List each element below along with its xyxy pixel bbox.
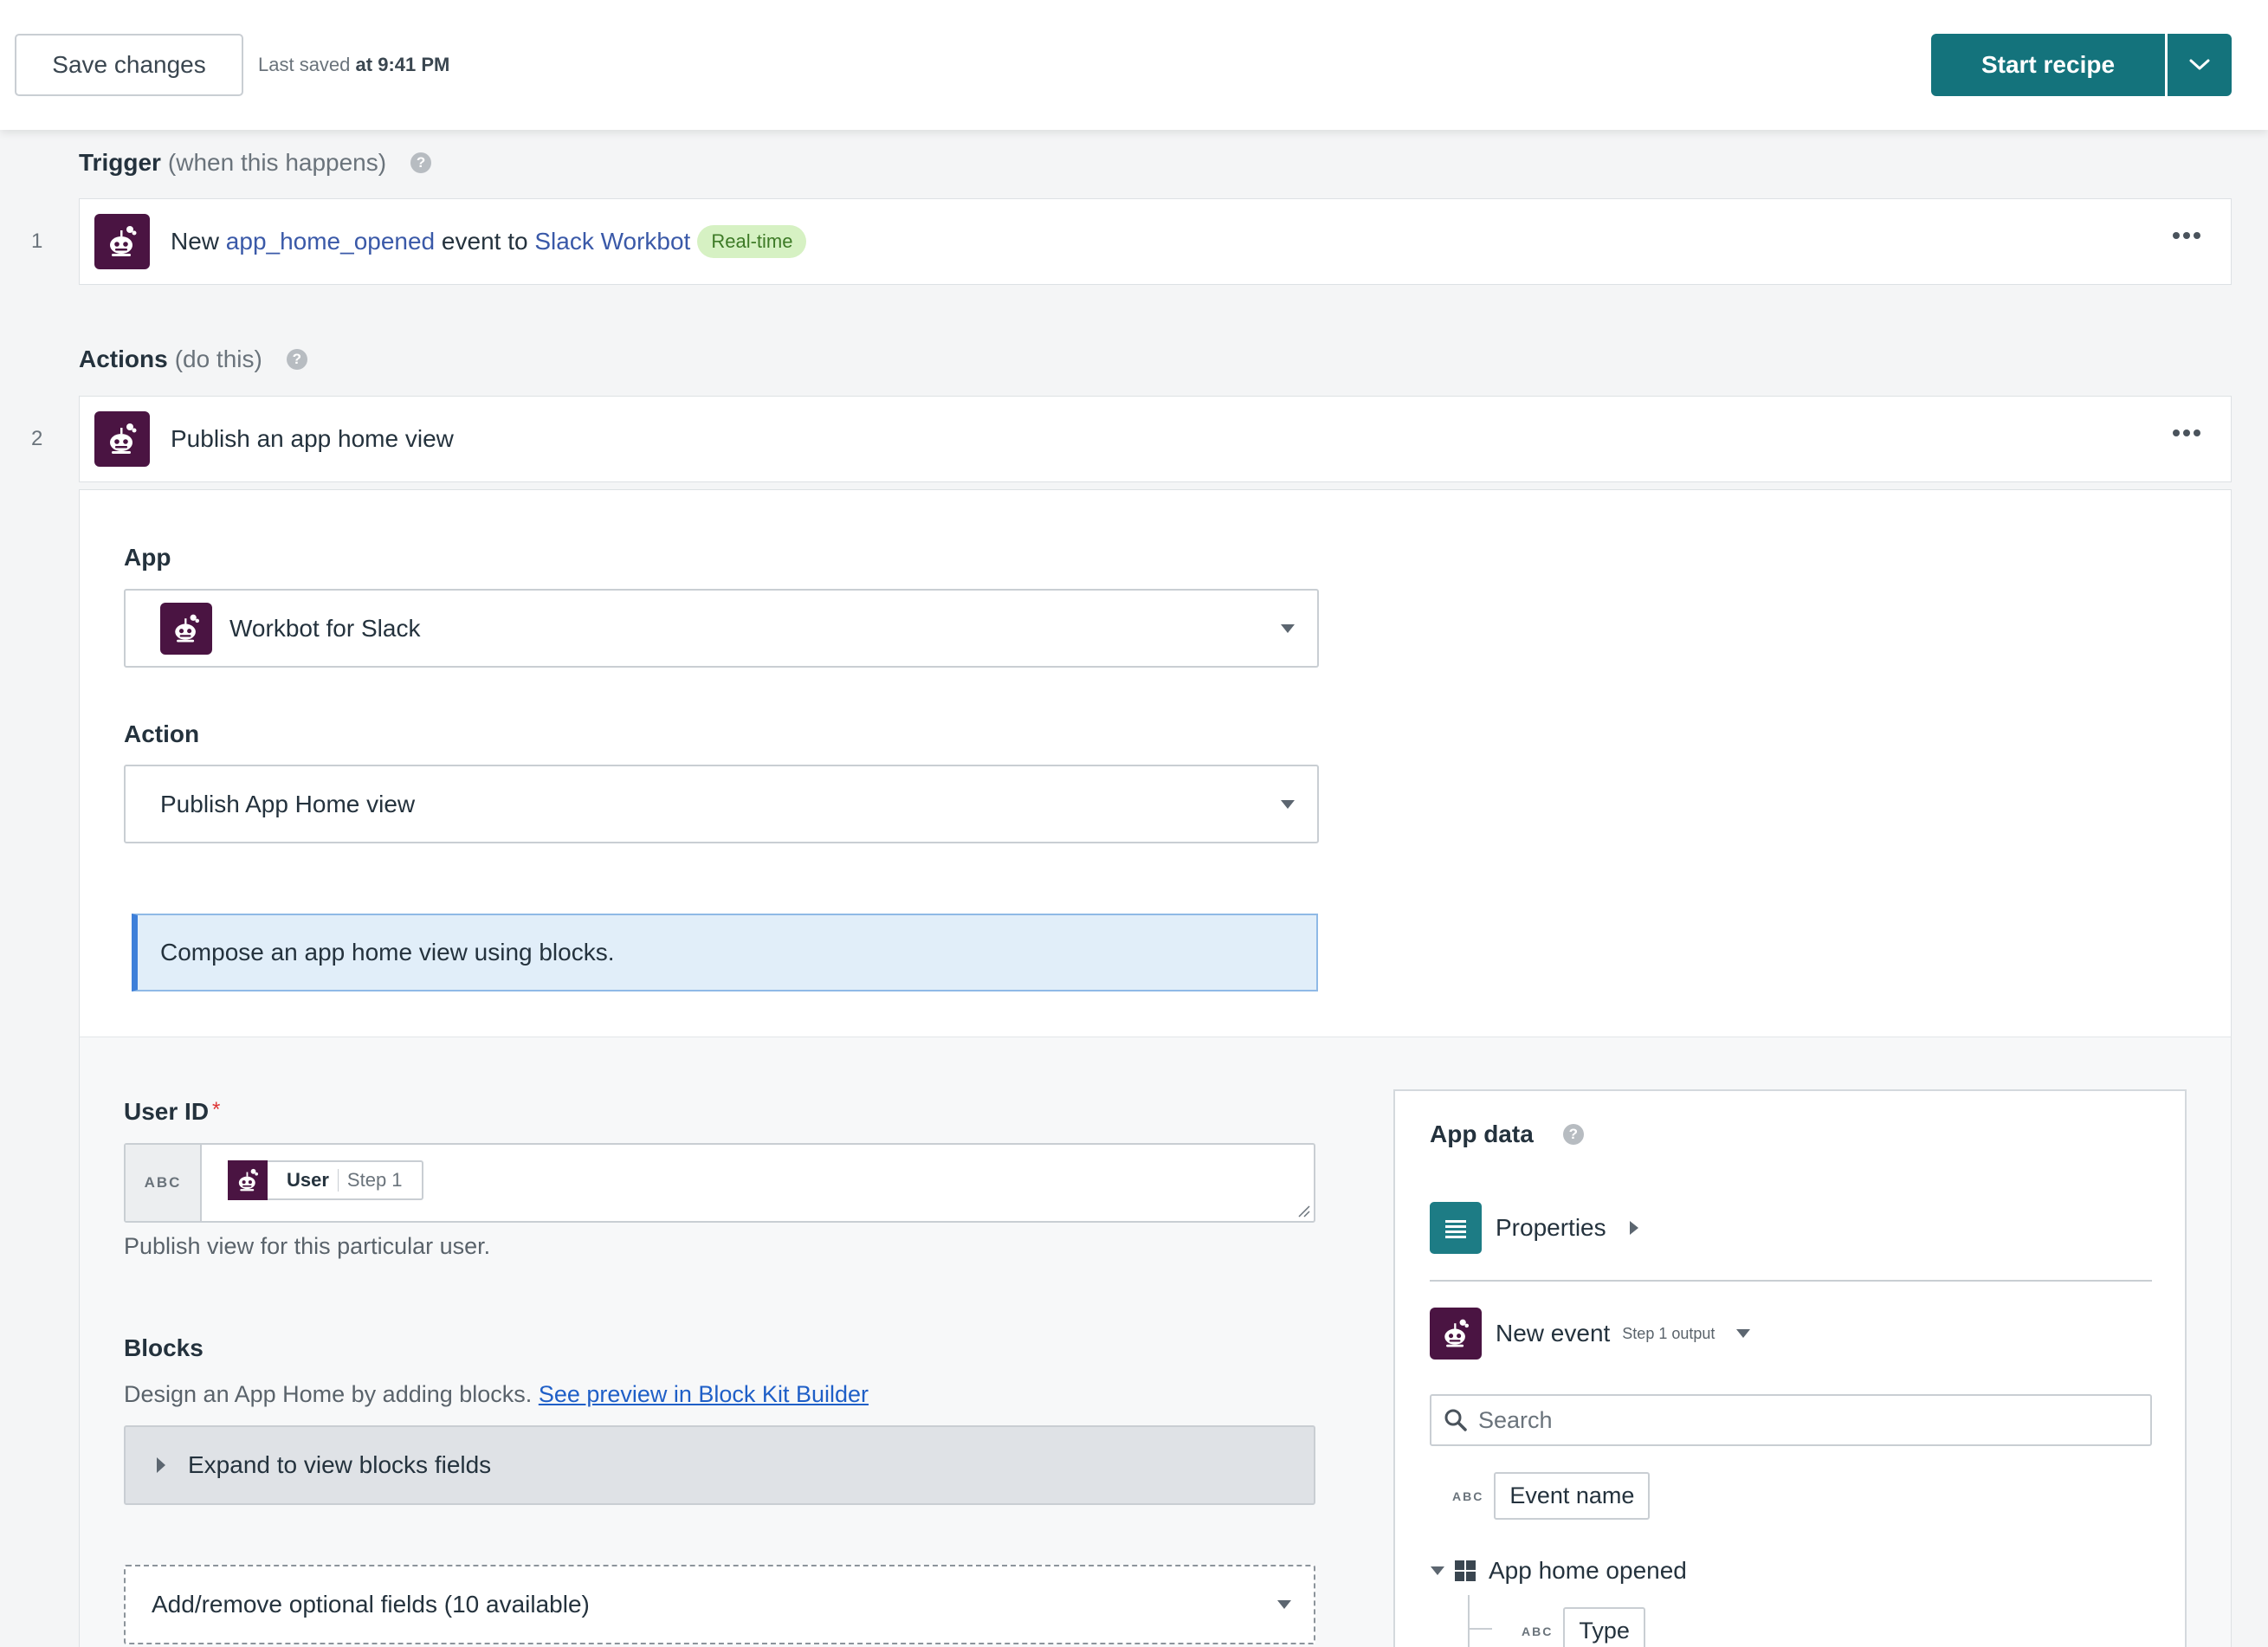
app-select-value: Workbot for Slack (229, 614, 421, 642)
action-select-value: Publish App Home view (160, 790, 416, 817)
more-options-icon[interactable] (2172, 229, 2201, 244)
help-icon[interactable]: ? (1562, 1124, 1584, 1145)
realtime-badge: Real-time (697, 225, 807, 258)
user-datapill[interactable]: User Step 1 (228, 1160, 423, 1200)
chevron-down-icon (2189, 59, 2210, 70)
last-saved-time: at 9:41 PM (355, 54, 450, 75)
type-abc-indicator: ABC (126, 1145, 202, 1221)
action-step-title: Publish an app home view (171, 425, 454, 452)
datapill-divider (337, 1169, 339, 1192)
properties-label: Properties (1496, 1214, 1606, 1241)
group-app-home-opened-label: App home opened (1489, 1557, 1687, 1584)
info-callout: Compose an app home view using blocks. (132, 914, 1318, 991)
trigger-text-new: New (171, 228, 220, 255)
caret-right-icon (157, 1457, 165, 1473)
datapill-step: Step 1 (346, 1169, 403, 1191)
blocks-label: Blocks (124, 1334, 204, 1361)
app-data-title: App data ? (1430, 1121, 1584, 1148)
group-app-home-opened[interactable]: App home opened (1430, 1557, 1687, 1585)
save-changes-button[interactable]: Save changes (15, 34, 243, 96)
action-step[interactable]: Publish an app home view (79, 396, 2232, 482)
app-data-search-input[interactable]: Search (1430, 1394, 2152, 1446)
help-icon[interactable]: ? (410, 152, 432, 173)
expand-blocks-label: Expand to view blocks fields (188, 1451, 492, 1478)
top-toolbar: Save changes Last saved at 9:41 PM Start… (0, 0, 2268, 130)
new-event-label: New event (1496, 1320, 1611, 1347)
optional-fields-select[interactable]: Add/remove optional fields (10 available… (124, 1565, 1315, 1644)
caret-down-icon (1281, 799, 1295, 809)
trigger-app-link[interactable]: Slack Workbot (534, 228, 690, 255)
new-event-sublabel: Step 1 output (1622, 1324, 1716, 1342)
trigger-section-label: Trigger (when this happens) ? (79, 149, 432, 177)
app-data-panel: App data ? Properties New event Step 1 o… (1393, 1089, 2187, 1647)
caret-right-icon (1629, 1221, 1638, 1235)
trigger-event-name[interactable]: app_home_opened (226, 228, 435, 255)
search-placeholder: Search (1478, 1406, 1553, 1433)
step-number: 2 (31, 427, 43, 450)
datapill-name: User (287, 1169, 329, 1191)
help-icon[interactable]: ? (286, 349, 307, 370)
properties-row[interactable]: Properties (1430, 1202, 1639, 1254)
required-marker: * (212, 1098, 221, 1121)
last-saved-status: Last saved at 9:41 PM (258, 54, 449, 76)
last-saved-prefix: Last saved (258, 54, 351, 75)
type-abc-indicator: ABC (1452, 1489, 1484, 1503)
blocks-hint: Design an App Home by adding blocks. See… (124, 1381, 869, 1408)
actions-sublabel: (do this) (174, 346, 262, 372)
resize-handle-icon[interactable] (1296, 1204, 1310, 1217)
caret-down-icon (1277, 1600, 1291, 1609)
tree-connector (1468, 1595, 1470, 1647)
caret-down-icon (1431, 1566, 1444, 1575)
slack-workbot-logo-icon (94, 411, 150, 467)
trigger-step-text: New app_home_opened event to Slack Workb… (171, 225, 807, 258)
app-select[interactable]: Workbot for Slack (124, 589, 1319, 668)
optional-fields-label: Add/remove optional fields (10 available… (152, 1591, 590, 1618)
datapill-type[interactable]: Type (1563, 1607, 1645, 1647)
list-icon (1430, 1202, 1482, 1254)
field-row-type[interactable]: ABC Type (1522, 1607, 1645, 1647)
actions-label: Actions (79, 346, 168, 372)
user-id-label-text: User ID (124, 1098, 210, 1125)
caret-down-icon (1281, 623, 1295, 633)
search-icon (1444, 1409, 1467, 1431)
object-grid-icon (1455, 1560, 1476, 1581)
divider (1430, 1280, 2152, 1282)
actions-section-label: Actions (do this) ? (79, 346, 307, 373)
slack-workbot-logo-icon (1430, 1308, 1482, 1360)
app-data-title-text: App data (1430, 1121, 1534, 1147)
new-event-row[interactable]: New event Step 1 output (1430, 1308, 1751, 1360)
trigger-step[interactable]: New app_home_opened event to Slack Workb… (79, 198, 2232, 285)
more-options-icon[interactable] (2172, 426, 2201, 442)
step-number: 1 (31, 229, 43, 253)
action-select[interactable]: Publish App Home view (124, 765, 1319, 843)
slack-workbot-logo-icon (228, 1160, 268, 1200)
tree-connector (1468, 1628, 1492, 1630)
slack-workbot-logo-icon (160, 602, 212, 655)
datapill-event-name[interactable]: Event name (1494, 1472, 1651, 1520)
blocks-hint-text: Design an App Home by adding blocks. (124, 1381, 533, 1407)
trigger-label: Trigger (79, 149, 161, 176)
action-field-label: Action (124, 720, 200, 747)
user-id-hint: Publish view for this particular user. (124, 1233, 491, 1259)
slack-workbot-logo-icon (94, 214, 150, 269)
block-kit-builder-link[interactable]: See preview in Block Kit Builder (539, 1381, 869, 1407)
app-field-label: App (124, 544, 171, 571)
start-recipe-menu-button[interactable] (2168, 34, 2232, 96)
expand-blocks-toggle[interactable]: Expand to view blocks fields (124, 1425, 1315, 1505)
user-id-input[interactable]: ABC User Step 1 (124, 1143, 1315, 1223)
trigger-sublabel: (when this happens) (167, 149, 387, 176)
type-abc-indicator: ABC (1522, 1624, 1554, 1638)
start-recipe-button[interactable]: Start recipe (1931, 34, 2165, 96)
user-id-label: User ID * (124, 1098, 220, 1126)
field-row-event-name[interactable]: ABC Event name (1452, 1472, 1651, 1520)
trigger-text-event-to: event to (441, 228, 528, 255)
caret-down-icon (1736, 1329, 1751, 1338)
